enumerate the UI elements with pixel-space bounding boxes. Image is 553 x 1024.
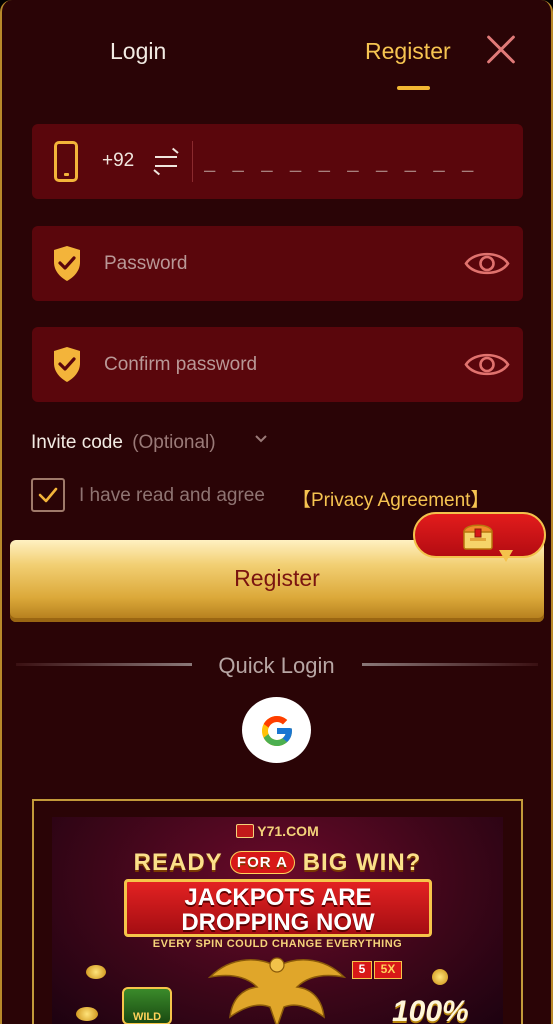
privacy-agreement-link[interactable]: 【Privacy Agreement】 [292, 485, 489, 512]
country-code[interactable]: +92 [102, 150, 134, 172]
active-tab-indicator [397, 86, 430, 90]
gift-bubble-tail [499, 550, 513, 562]
confirm-password-field [32, 327, 523, 402]
eye-icon[interactable] [464, 348, 510, 381]
brand-logo: Y71.COM [52, 823, 503, 839]
tab-login[interactable]: Login [110, 38, 166, 65]
google-login-button[interactable] [242, 697, 311, 763]
password-input[interactable] [104, 248, 444, 280]
confirm-password-input[interactable] [104, 349, 444, 381]
coin-icon [432, 969, 448, 985]
coin-icon [86, 965, 106, 979]
golden-eagle-icon [207, 957, 347, 1024]
invite-code-label: Invite code [31, 432, 123, 453]
gift-bubble[interactable] [413, 512, 546, 558]
multiplier-badge: 5 [352, 961, 372, 979]
tab-register[interactable]: Register [365, 38, 451, 65]
jackpot-box: JACKPOTS ARE DROPPING NOW [124, 879, 432, 937]
coin-icon [76, 1007, 98, 1021]
phone-icon [54, 141, 78, 182]
close-icon[interactable] [480, 30, 520, 70]
invite-code-toggle[interactable]: Invite code (Optional) [31, 432, 216, 454]
eye-icon[interactable] [464, 247, 510, 280]
treasure-chest-icon [463, 524, 493, 550]
phone-field: +92 [32, 124, 523, 199]
swap-arrows-icon[interactable] [155, 149, 177, 173]
phone-number-input[interactable] [204, 144, 504, 180]
shield-check-icon [54, 347, 80, 382]
password-field [32, 226, 523, 301]
register-button-label: Register [234, 565, 320, 591]
invite-code-optional: (Optional) [132, 432, 216, 453]
banner-headline: READY FOR A BIG WIN? [133, 849, 422, 876]
register-panel: Login Register +92 In [0, 0, 553, 1024]
quick-login-label: Quick Login [218, 653, 335, 678]
agreement-checkbox[interactable] [31, 478, 65, 512]
promo-banner[interactable]: Y71.COM READY FOR A BIG WIN? JACKPOTS AR… [52, 817, 503, 1024]
agreement-text: I have read and agree [79, 485, 265, 506]
bonus-percent: 100% [392, 995, 469, 1024]
wild-symbol: WILD [122, 987, 172, 1024]
checkmark-icon [38, 487, 58, 503]
multiplier-badge: 5X [374, 961, 402, 979]
phone-divider [192, 141, 193, 182]
google-icon [262, 716, 292, 746]
shield-check-icon [54, 246, 80, 281]
chevron-down-icon[interactable] [254, 432, 268, 446]
